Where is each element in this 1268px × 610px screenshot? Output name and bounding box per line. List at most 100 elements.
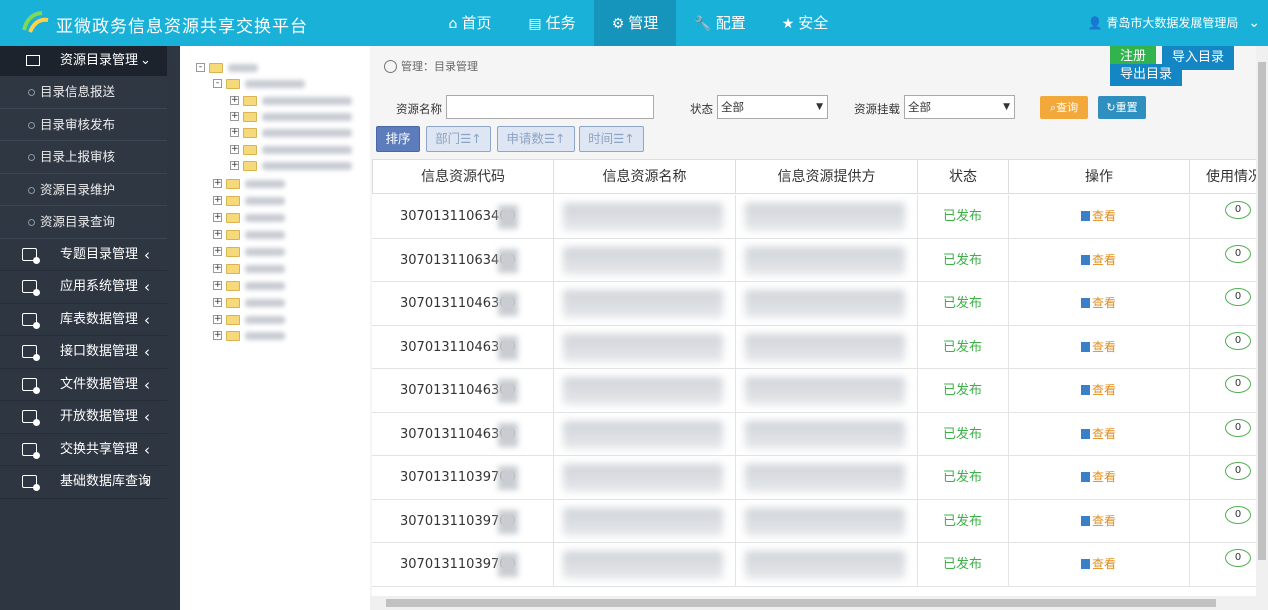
api-icon (22, 345, 40, 361)
sidebar-section-basedb[interactable]: 基础数据库查询 ‹ (0, 466, 167, 499)
sort-apply-button[interactable]: 申请数☰↑ (497, 126, 575, 152)
sidebar-section-exchange[interactable]: 交换共享管理 ‹ (0, 433, 167, 466)
resource-code: 30701311039700 (372, 543, 554, 587)
blurred-text (563, 246, 723, 275)
view-link[interactable]: 查看 (1008, 543, 1190, 587)
sidebar-section-catalog[interactable]: 资源目录管理 ⌄ (0, 46, 167, 76)
view-link-label: 查看 (1091, 513, 1116, 528)
tree-label-blurred (245, 332, 285, 340)
tree-label-blurred (245, 231, 285, 239)
resource-name-blurred (553, 238, 736, 282)
nav-manage[interactable]: ⚙ 管理 (594, 0, 676, 46)
status-badge: 已发布 (917, 369, 1009, 413)
folder-icon (243, 96, 257, 106)
sort-icon: ☰↑ (460, 131, 482, 146)
usage-count: 0 (1225, 288, 1251, 306)
reset-button[interactable]: ↻重置 (1098, 96, 1146, 119)
chevron-left-icon: ‹ (144, 343, 150, 361)
code-suffix-blurred (498, 335, 518, 360)
sidebar-section-file[interactable]: 文件数据管理 ‹ (0, 368, 167, 401)
blurred-text (745, 290, 905, 318)
status-select[interactable]: 全部 ▼ (717, 95, 828, 119)
view-link[interactable]: 查看 (1008, 499, 1190, 543)
status-badge: 已发布 (917, 195, 1009, 239)
view-link[interactable]: 查看 (1008, 325, 1190, 369)
col-header-action: 操作 (1008, 159, 1190, 194)
document-icon (1080, 515, 1090, 526)
collapse-icon: - (213, 79, 222, 88)
usage-count: 0 (1225, 505, 1251, 524)
col-header-provider: 信息资源提供方 (735, 159, 918, 194)
document-icon (1080, 254, 1090, 265)
user-menu[interactable]: 👤 青岛市大数据发展管理局 ⌄ (1088, 0, 1260, 46)
usage-cell: 0 (1189, 326, 1256, 370)
sidebar-section-topic[interactable]: 专题目录管理 ‹ (0, 238, 167, 271)
view-link-label: 查看 (1091, 383, 1116, 397)
scroll-thumb[interactable] (386, 599, 1216, 607)
mount-select[interactable]: 全部 ▼ (904, 95, 1015, 119)
caret-down-icon: ▼ (1003, 102, 1010, 112)
sort-button[interactable]: 排序 (376, 126, 420, 152)
sidebar-section-open[interactable]: 开放数据管理 ‹ (0, 401, 167, 434)
col-header-code: 信息资源代码 (372, 159, 554, 194)
view-link-label: 查看 (1091, 252, 1116, 267)
col-header-status: 状态 (917, 159, 1009, 194)
sidebar-item-query[interactable]: 资源目录查询 (0, 206, 167, 239)
sort-time-button[interactable]: 时间☰↑ (579, 126, 644, 152)
resource-name-blurred (553, 412, 736, 456)
view-link-label: 查看 (1091, 426, 1116, 441)
tree-label-blurred (262, 113, 352, 121)
resource-name-blurred (553, 543, 736, 587)
view-link[interactable]: 查看 (1008, 369, 1190, 413)
view-link[interactable]: 查看 (1008, 238, 1190, 282)
code-suffix-blurred (498, 292, 518, 316)
query-button[interactable]: ⌕查询 (1040, 96, 1088, 119)
nav-config[interactable]: 🔧 配置 (678, 0, 762, 46)
resource-provider-blurred (735, 238, 918, 282)
usage-cell: 0 (1189, 282, 1256, 326)
horizontal-scrollbar[interactable] (370, 596, 1268, 610)
chevron-down-icon: ⌄ (140, 53, 151, 68)
expand-icon: + (213, 195, 222, 205)
code-suffix-blurred (498, 379, 518, 403)
scroll-thumb[interactable] (1258, 62, 1266, 560)
view-link[interactable]: 查看 (1008, 456, 1190, 500)
view-link[interactable]: 查看 (1008, 195, 1190, 239)
resource-provider-blurred (735, 369, 918, 413)
sidebar-item-review[interactable]: 目录审核发布 (0, 108, 167, 141)
code-suffix-blurred (498, 509, 518, 534)
sort-dept-button[interactable]: 部门☰↑ (426, 126, 491, 152)
sidebar-section-app[interactable]: 应用系统管理 ‹ (0, 271, 167, 304)
blurred-text (745, 246, 905, 275)
sidebar-section-api[interactable]: 接口数据管理 ‹ (0, 336, 167, 369)
usage-cell: 0 (1189, 195, 1256, 239)
nav-home[interactable]: ⌂ 首页 (430, 0, 510, 46)
sidebar-item-submit[interactable]: 目录信息报送 (0, 76, 167, 109)
nav-task[interactable]: ▤ 任务 (512, 0, 592, 46)
expand-icon: + (213, 263, 222, 273)
folder-icon (226, 247, 240, 257)
status-label: 状态 (690, 102, 713, 116)
resource-name-input[interactable] (446, 95, 654, 119)
blurred-text (745, 203, 905, 231)
sidebar-section-table[interactable]: 库表数据管理 ‹ (0, 303, 167, 336)
resource-name-blurred (553, 499, 736, 543)
folder-icon (243, 161, 257, 171)
sidebar-item-maintain[interactable]: 资源目录维护 (0, 173, 167, 206)
nav-manage-label: 管理 (628, 14, 659, 32)
reset-button-label: 重置 (1115, 101, 1138, 114)
resource-provider-blurred (735, 456, 918, 500)
chevron-left-icon: ‹ (144, 245, 150, 264)
export-button[interactable]: 导出目录 (1110, 64, 1182, 86)
expand-icon: + (230, 95, 239, 105)
resource-code: 30701311063400 (372, 195, 554, 239)
table-row: 30701311039700 已发布 查看 0 (372, 543, 1256, 587)
code-suffix-blurred (498, 422, 518, 447)
vertical-scrollbar[interactable] (1256, 46, 1268, 596)
nav-security[interactable]: ★ 安全 (764, 0, 846, 46)
view-link[interactable]: 查看 (1008, 412, 1190, 456)
resource-provider-blurred (735, 499, 918, 543)
breadcrumb: 管理：目录管理 (384, 58, 478, 74)
view-link[interactable]: 查看 (1008, 282, 1190, 326)
sidebar-item-report[interactable]: 目录上报审核 (0, 141, 167, 174)
